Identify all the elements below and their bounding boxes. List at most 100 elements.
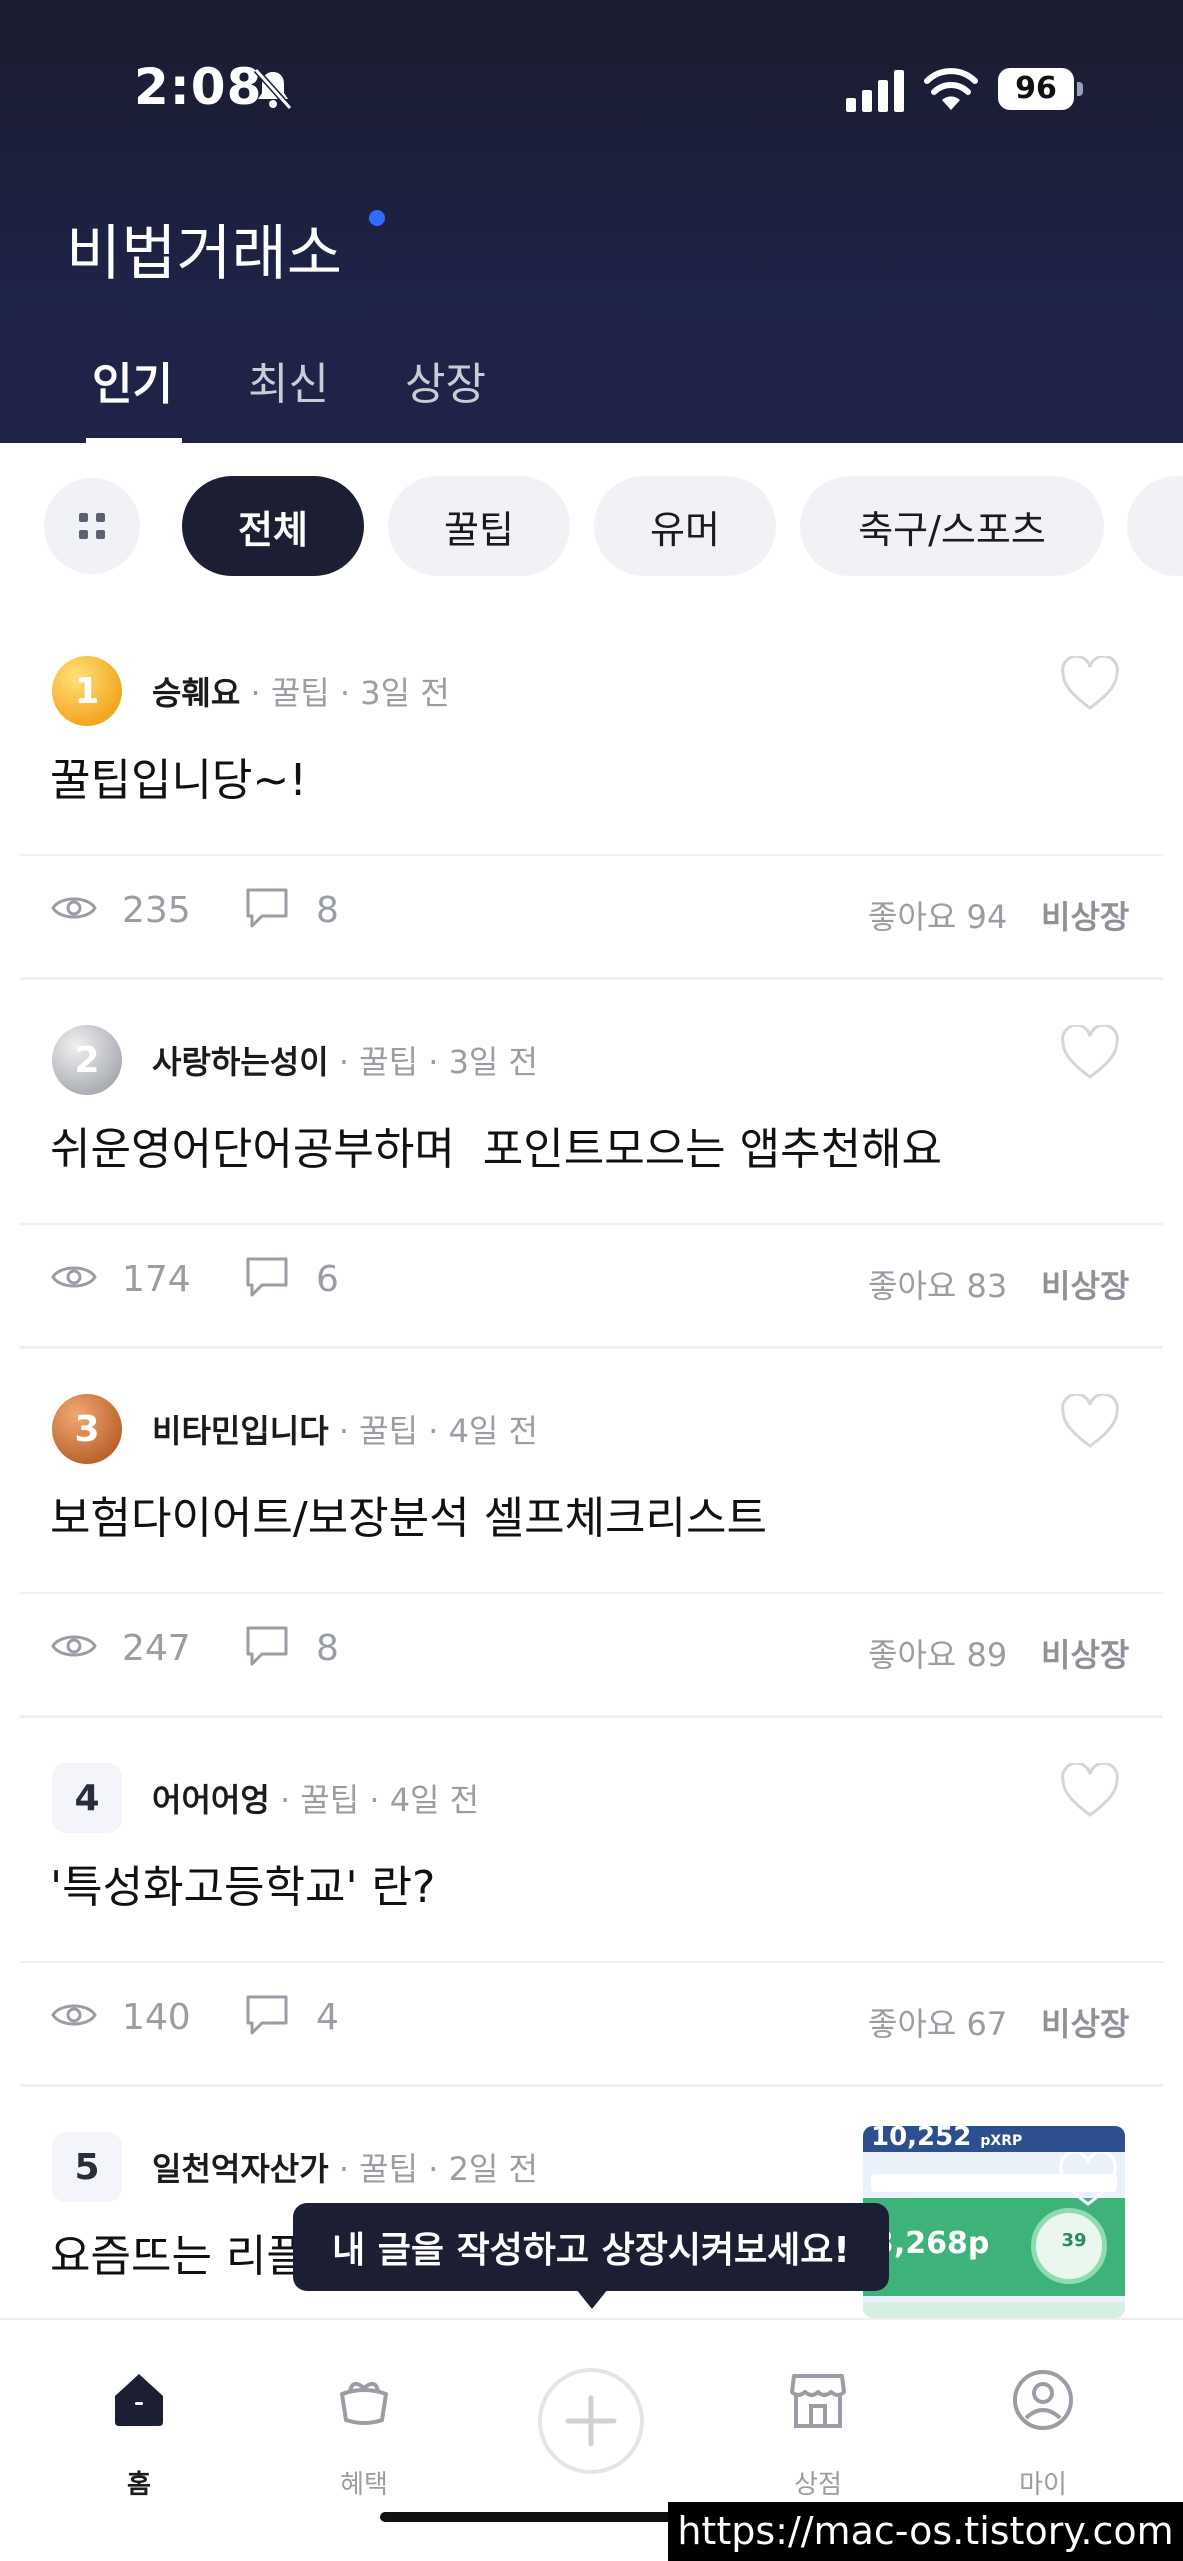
comment-icon — [246, 1995, 288, 2035]
post-title: 꿀팁입니당~! — [50, 755, 307, 806]
app-header: 2:08 96 비법거래소 인기 최신 상장 — [0, 0, 1183, 443]
comment-icon — [246, 1257, 288, 1297]
post-item[interactable]: 1 승훼요 · 꿀팁 · 3일 전 꿀팁입니당~! 235 8 좋아요 94 비… — [0, 630, 1183, 998]
post-title: 요즘뜨는 리플 — [50, 2231, 307, 2282]
chip-more[interactable] — [1127, 476, 1183, 576]
post-author[interactable]: 비타민입니다 — [152, 1412, 329, 1450]
post-stats: 247 8 좋아요 89 비상장 — [0, 1614, 1183, 1694]
post-separator — [20, 977, 1163, 980]
view-count: 174 — [122, 1259, 191, 1300]
post-title: '특성화고등학교' 란? — [50, 1862, 436, 1913]
tab-listed[interactable]: 상장 — [405, 348, 486, 412]
heart-icon[interactable] — [1060, 1763, 1120, 1819]
post-meta: 일천억자산가 · 꿀팁 · 2일 전 — [152, 2150, 538, 2188]
post-item[interactable]: 4 어어어엉 · 꿀팁 · 4일 전 '특성화고등학교' 란? 140 4 좋아… — [0, 1737, 1183, 2105]
heart-icon[interactable] — [1060, 1025, 1120, 1081]
post-title: 보험다이어트/보장분석 셀프체크리스트 — [50, 1493, 767, 1544]
like-count: 좋아요 67 — [868, 2005, 1008, 2043]
like-count: 좋아요 89 — [868, 1636, 1008, 1674]
rank-badge: 4 — [52, 1763, 122, 1833]
post-time: 3일 전 — [360, 674, 450, 712]
post-meta: 승훼요 · 꿀팁 · 3일 전 — [152, 674, 450, 712]
post-stats: 235 8 좋아요 94 비상장 — [0, 876, 1183, 956]
post-meta: 비타민입니다 · 꿀팁 · 4일 전 — [152, 1412, 538, 1450]
watermark-text: https://mac-os.tistory.com — [668, 2502, 1183, 2561]
post-item[interactable]: 2 사랑하는성이 · 꿀팁 · 3일 전 쉬운영어단어공부하며 포인트모으는 앱… — [0, 999, 1183, 1367]
comment-count: 6 — [316, 1259, 339, 1300]
tab-latest[interactable]: 최신 — [248, 348, 329, 412]
status-bar: 2:08 96 — [0, 0, 1183, 180]
status-badge: 비상장 — [1041, 898, 1130, 936]
tab-bar: 인기 최신 상장 — [0, 310, 1183, 443]
comment-icon — [246, 888, 288, 928]
post-item[interactable]: 3 비타민입니다 · 꿀팁 · 4일 전 보험다이어트/보장분석 셀프체크리스트… — [0, 1368, 1183, 1736]
post-meta: 어어어엉 · 꿀팁 · 4일 전 — [152, 1781, 480, 1819]
category-grid-button[interactable] — [44, 478, 140, 574]
comment-icon — [246, 1626, 288, 1666]
battery-tip — [1077, 82, 1083, 96]
category-filter-bar: 전체 꿀팁 유머 축구/스포츠 — [0, 443, 1183, 608]
thumb-amount: 10,252 — [871, 2126, 972, 2152]
nav-home[interactable]: 홈 — [64, 2368, 214, 2508]
nav-my[interactable]: 마이 — [968, 2368, 1118, 2508]
add-post-button[interactable] — [538, 2368, 644, 2474]
post-stats: 174 6 좋아요 83 비상장 — [0, 1245, 1183, 1325]
nav-label: 마이 — [1019, 2470, 1067, 2500]
post-author[interactable]: 일천억자산가 — [152, 2150, 329, 2188]
tab-popular[interactable]: 인기 — [92, 348, 173, 412]
write-post-tooltip: 내 글을 작성하고 상장시켜보세요! — [293, 2203, 889, 2291]
heart-icon[interactable] — [1060, 656, 1120, 712]
post-author[interactable]: 어어어엉 — [152, 1781, 270, 1819]
notification-dot — [369, 210, 385, 226]
post-separator — [20, 1715, 1163, 1718]
nav-label: 혜택 — [340, 2470, 388, 2500]
thumb-gauge: 39 — [1061, 2230, 1087, 2251]
thumb-unit: pXRP — [980, 2133, 1023, 2149]
eye-icon — [51, 2004, 97, 2026]
view-count: 247 — [122, 1628, 191, 1669]
eye-icon — [51, 1635, 97, 1657]
wifi-icon — [924, 68, 978, 110]
chip-all[interactable]: 전체 — [182, 476, 364, 576]
like-count: 좋아요 83 — [868, 1267, 1008, 1305]
nav-benefits[interactable]: 혜택 — [289, 2368, 439, 2508]
post-category: 꿀팁 — [359, 2150, 419, 2188]
comment-count: 8 — [316, 890, 339, 931]
status-badge: 비상장 — [1041, 1636, 1130, 1674]
plus-icon — [565, 2395, 617, 2447]
nav-store[interactable]: 상점 — [743, 2368, 893, 2508]
post-time: 4일 전 — [448, 1412, 538, 1450]
eye-icon — [51, 1266, 97, 1288]
gift-icon — [340, 2381, 388, 2425]
status-time: 2:08 — [134, 58, 263, 116]
post-category: 꿀팁 — [359, 1412, 419, 1450]
post-category: 꿀팁 — [300, 1781, 360, 1819]
tooltip-arrow — [576, 2289, 608, 2309]
post-meta: 사랑하는성이 · 꿀팁 · 3일 전 — [152, 1043, 538, 1081]
rank-badge: 1 — [52, 656, 122, 726]
home-icon — [115, 2374, 163, 2426]
nav-label: 홈 — [127, 2470, 151, 2500]
chip-humor[interactable]: 유머 — [594, 476, 776, 576]
post-time: 2일 전 — [448, 2150, 538, 2188]
divider — [20, 1961, 1163, 1963]
profile-icon — [1013, 2370, 1073, 2430]
like-count: 좋아요 94 — [868, 898, 1008, 936]
nav-label: 상점 — [794, 2470, 842, 2500]
chip-sports[interactable]: 축구/스포츠 — [800, 476, 1104, 576]
rank-badge: 5 — [52, 2132, 122, 2202]
post-author[interactable]: 승훼요 — [152, 674, 240, 712]
status-badge: 비상장 — [1041, 2005, 1130, 2043]
divider — [20, 1592, 1163, 1594]
status-badge: 비상장 — [1041, 1267, 1130, 1305]
post-stats: 140 4 좋아요 67 비상장 — [0, 1983, 1183, 2063]
heart-icon[interactable] — [1058, 2152, 1118, 2208]
thumb-points: 3,268p — [873, 2226, 990, 2261]
view-count: 235 — [122, 890, 191, 931]
post-category: 꿀팁 — [359, 1043, 419, 1081]
comment-count: 4 — [316, 1997, 339, 2038]
post-time: 3일 전 — [448, 1043, 538, 1081]
heart-icon[interactable] — [1060, 1394, 1120, 1450]
post-author[interactable]: 사랑하는성이 — [152, 1043, 329, 1081]
chip-tips[interactable]: 꿀팁 — [388, 476, 570, 576]
